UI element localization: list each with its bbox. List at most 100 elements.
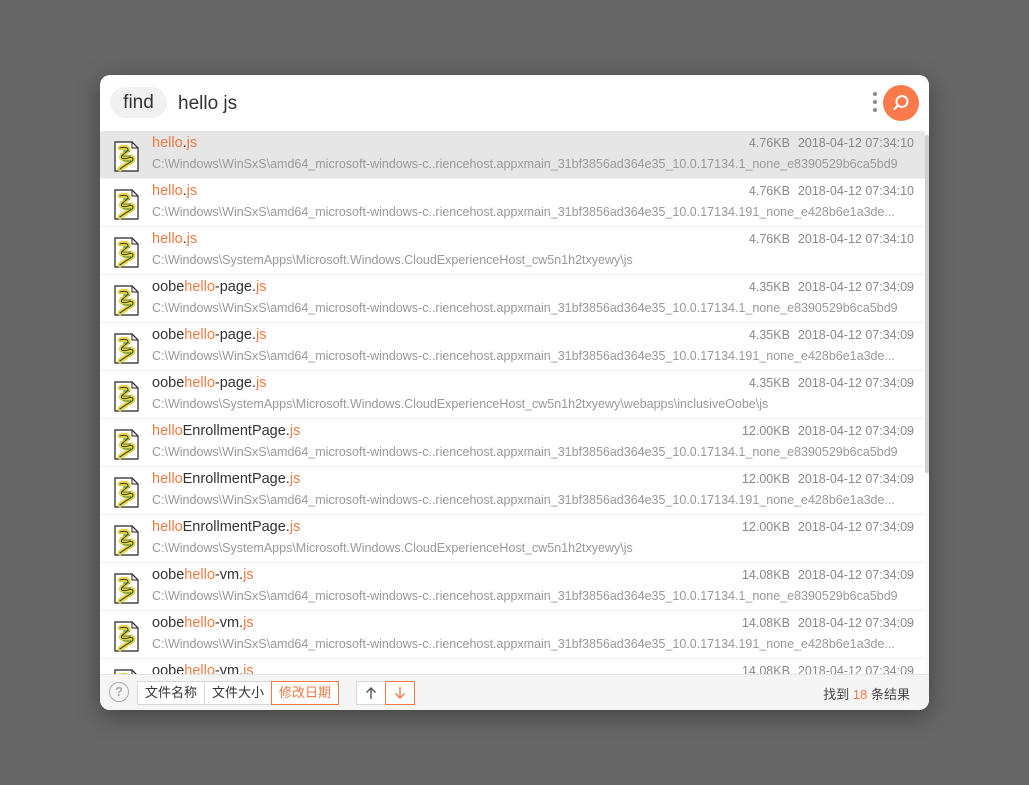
match-highlight: js xyxy=(243,663,254,674)
file-path: C:\Windows\WinSxS\amd64_microsoft-window… xyxy=(152,205,895,219)
match-highlight: hello xyxy=(184,327,215,343)
help-icon[interactable]: ? xyxy=(109,682,129,702)
sort-by-size-button[interactable]: 文件大小 xyxy=(204,681,273,705)
file-size: 12.00KB xyxy=(741,472,790,486)
status-footer: ? 文件名称 文件大小 修改日期 找到 18 条结果 xyxy=(100,674,929,710)
match-highlight: hello xyxy=(152,519,183,535)
search-button[interactable] xyxy=(883,85,919,121)
result-count-suffix: 条结果 xyxy=(867,687,910,702)
match-highlight: js xyxy=(256,327,267,343)
file-meta: 14.08KB 2018-04-12 07:34:09 xyxy=(730,568,914,582)
file-size: 4.35KB xyxy=(748,328,790,342)
result-row[interactable]: hello.js 4.76KB 2018-04-12 07:34:10 C:\Wind… xyxy=(100,227,925,275)
result-row[interactable]: helloEnrollmentPage.js 12.00KB 2018-04-12 … xyxy=(100,515,925,563)
file-meta: 4.76KB 2018-04-12 07:34:10 xyxy=(730,136,914,150)
file-size: 4.76KB xyxy=(748,184,790,198)
file-date: 2018-04-12 07:34:09 xyxy=(797,520,914,534)
file-path: C:\Windows\WinSxS\amd64_microsoft-window… xyxy=(152,157,898,171)
file-name-text: -page. xyxy=(214,375,257,391)
match-highlight: hello xyxy=(184,663,215,674)
sort-field-group: 文件名称 文件大小 修改日期 xyxy=(137,681,340,705)
results-list[interactable]: oobehello-vm.js 14.08KB 2018-04-12 07:34:0… xyxy=(100,131,929,674)
match-highlight: hello xyxy=(184,615,215,631)
file-name-text: EnrollmentPage. xyxy=(182,471,290,487)
result-row[interactable]: oobehello-page.js 4.35KB 2018-04-12 07:34:… xyxy=(100,275,925,323)
search-mode-button[interactable]: find xyxy=(110,87,167,118)
match-highlight: hello xyxy=(184,375,215,391)
file-name-text: oobe xyxy=(152,615,185,631)
js-file-icon xyxy=(114,525,139,556)
match-highlight: js xyxy=(256,375,267,391)
file-date: 2018-04-12 07:34:09 xyxy=(797,472,914,486)
match-highlight: js xyxy=(289,519,301,535)
file-name: oobehello-page.js xyxy=(152,279,267,295)
js-file-icon xyxy=(114,573,139,604)
match-highlight: js xyxy=(289,423,301,439)
result-row[interactable]: helloEnrollmentPage.js 12.00KB 2018-04-12 … xyxy=(100,419,925,467)
file-meta: 4.35KB 2018-04-12 07:34:09 xyxy=(730,280,914,294)
result-row[interactable]: hello.js 4.76KB 2018-04-12 07:34:10 C:\Wind… xyxy=(100,131,925,179)
result-row[interactable]: oobehello-vm.js 14.08KB 2018-04-12 07:34:0… xyxy=(100,659,925,674)
sort-ascending-button[interactable] xyxy=(356,681,386,705)
file-path: C:\Windows\WinSxS\amd64_microsoft-window… xyxy=(152,589,898,603)
file-size: 4.76KB xyxy=(748,232,790,246)
sort-descending-button[interactable] xyxy=(385,681,415,705)
file-name-text: oobe xyxy=(152,279,185,295)
more-vertical-icon[interactable] xyxy=(871,92,879,114)
result-row[interactable]: oobehello-vm.js 14.08KB 2018-04-12 07:34:0… xyxy=(100,563,925,611)
result-row[interactable]: helloEnrollmentPage.js 12.00KB 2018-04-12 … xyxy=(100,467,925,515)
file-size: 4.76KB xyxy=(748,136,790,150)
file-date: 2018-04-12 07:34:09 xyxy=(797,664,914,674)
file-path: C:\Windows\SystemApps\Microsoft.Windows.… xyxy=(152,253,633,267)
arrow-down-icon xyxy=(395,687,405,699)
file-date: 2018-04-12 07:34:09 xyxy=(797,424,914,438)
scrollbar[interactable] xyxy=(925,131,929,674)
file-name: hello.js xyxy=(152,135,197,151)
search-bar: find xyxy=(100,75,929,131)
result-row[interactable]: hello.js 4.76KB 2018-04-12 07:34:10 C:\Wind… xyxy=(100,179,925,227)
file-name-text: EnrollmentPage. xyxy=(182,519,290,535)
js-file-icon xyxy=(114,285,139,316)
file-name: hello.js xyxy=(152,183,197,199)
file-size: 14.08KB xyxy=(741,616,790,630)
file-date: 2018-04-12 07:34:09 xyxy=(797,568,914,582)
sort-by-date-button[interactable]: 修改日期 xyxy=(271,681,340,705)
file-name-text: oobe xyxy=(152,375,185,391)
file-name: oobehello-vm.js xyxy=(152,663,254,674)
search-input[interactable] xyxy=(178,90,858,118)
match-highlight: js xyxy=(243,567,254,583)
file-meta: 4.35KB 2018-04-12 07:34:09 xyxy=(730,328,914,342)
file-name: helloEnrollmentPage.js xyxy=(152,423,300,439)
file-meta: 14.08KB 2018-04-12 07:34:09 xyxy=(730,616,914,630)
match-highlight: js xyxy=(186,231,198,247)
file-date: 2018-04-12 07:34:09 xyxy=(797,376,914,390)
file-name-text: oobe xyxy=(152,663,185,674)
match-highlight: hello xyxy=(152,135,183,151)
file-name: oobehello-vm.js xyxy=(152,567,254,583)
match-highlight: js xyxy=(289,471,301,487)
match-highlight: hello xyxy=(184,279,215,295)
match-highlight: hello xyxy=(152,423,183,439)
file-name: oobehello-vm.js xyxy=(152,615,254,631)
file-size: 4.35KB xyxy=(748,280,790,294)
scrollbar-thumb[interactable] xyxy=(925,135,929,473)
file-meta: 12.00KB 2018-04-12 07:34:09 xyxy=(730,472,914,486)
file-path: C:\Windows\WinSxS\amd64_microsoft-window… xyxy=(152,493,895,507)
match-highlight: hello xyxy=(152,231,183,247)
file-size: 4.35KB xyxy=(748,376,790,390)
js-file-icon xyxy=(114,621,139,652)
file-date: 2018-04-12 07:34:10 xyxy=(797,184,914,198)
result-row[interactable]: oobehello-page.js 4.35KB 2018-04-12 07:34:… xyxy=(100,323,925,371)
file-size: 14.08KB xyxy=(741,568,790,582)
file-name-text: -vm. xyxy=(214,663,244,674)
file-path: C:\Windows\SystemApps\Microsoft.Windows.… xyxy=(152,541,633,555)
file-date: 2018-04-12 07:34:09 xyxy=(797,616,914,630)
search-icon xyxy=(893,95,909,111)
result-row[interactable]: oobehello-page.js 4.35KB 2018-04-12 07:34:… xyxy=(100,371,925,419)
file-meta: 4.76KB 2018-04-12 07:34:10 xyxy=(730,232,914,246)
result-row[interactable]: oobehello-vm.js 14.08KB 2018-04-12 07:34:0… xyxy=(100,611,925,659)
search-window: find oobehello-vm.js14.08KB2018-04-12 07… xyxy=(100,75,929,710)
sort-by-name-button[interactable]: 文件名称 xyxy=(137,681,206,705)
file-name: helloEnrollmentPage.js xyxy=(152,471,300,487)
js-file-icon xyxy=(114,237,139,268)
